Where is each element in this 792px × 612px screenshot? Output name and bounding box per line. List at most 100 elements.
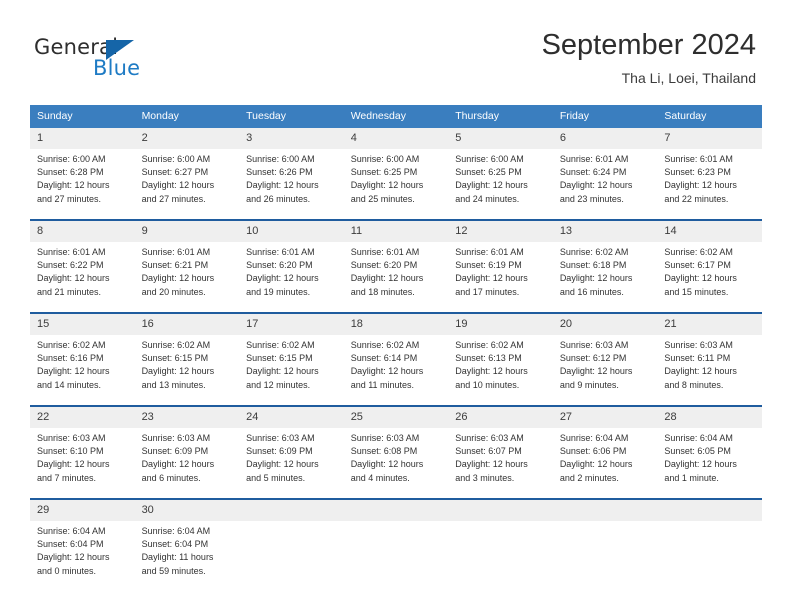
daylight-duration-line2: and 22 minutes. xyxy=(664,193,729,204)
day-number xyxy=(448,500,553,521)
calendar-day-cell[interactable]: 5 Sunrise: 6:00 AM Sunset: 6:25 PM Daylight… xyxy=(448,128,553,220)
day-details: Sunrise: 6:02 AM Sunset: 6:17 PM Daylight:… xyxy=(657,242,762,312)
weekday-header-saturday: Saturday xyxy=(657,105,762,128)
sunrise-time: Sunrise: 6:02 AM xyxy=(350,340,420,350)
calendar-day-cell[interactable]: 25 Sunrise: 6:03 AM Sunset: 6:08 PM Dayligh… xyxy=(343,405,449,499)
day-details: Sunrise: 6:03 AM Sunset: 6:09 PM Daylight:… xyxy=(135,428,240,498)
daylight-duration-line1: Daylight: 12 hours xyxy=(37,366,110,377)
daylight-duration-line1: Daylight: 12 hours xyxy=(559,459,633,470)
sunrise-time: Sunrise: 6:02 AM xyxy=(559,247,629,257)
day-number: 9 xyxy=(134,221,240,242)
daylight-duration-line2: and 1 minute. xyxy=(664,472,719,483)
daylight-duration-line1: Daylight: 12 hours xyxy=(559,273,633,284)
day-details: Sunrise: 6:02 AM Sunset: 6:14 PM Daylight:… xyxy=(344,335,449,405)
calendar-day-cell[interactable]: 18 Sunrise: 6:02 AM Sunset: 6:14 PM Dayligh… xyxy=(343,312,449,406)
calendar-day-cell[interactable]: 30 Sunrise: 6:04 AM Sunset: 6:04 PM Dayligh… xyxy=(134,498,240,591)
calendar-day-cell[interactable]: 8 Sunrise: 6:01 AM Sunset: 6:22 PM Daylight… xyxy=(30,219,135,313)
day-number: 5 xyxy=(448,128,553,149)
day-number: 20 xyxy=(552,314,658,335)
weekday-header-monday: Monday xyxy=(134,105,240,128)
day-number: 4 xyxy=(343,128,449,149)
daylight-duration-line2: and 12 minutes. xyxy=(246,379,311,390)
day-number xyxy=(239,500,344,521)
calendar-day-cell[interactable]: 10 Sunrise: 6:01 AM Sunset: 6:20 PM Dayligh… xyxy=(239,219,344,313)
calendar-body: 1 Sunrise: 6:00 AM Sunset: 6:28 PM Daylight… xyxy=(30,128,762,591)
sunrise-time: Sunrise: 6:02 AM xyxy=(664,247,733,257)
calendar-day-cell[interactable]: 4 Sunrise: 6:00 AM Sunset: 6:25 PM Daylight… xyxy=(343,128,449,220)
sunset-time: Sunset: 6:11 PM xyxy=(664,353,731,364)
daylight-duration-line2: and 16 minutes. xyxy=(559,286,624,297)
sunrise-time: Sunrise: 6:02 AM xyxy=(246,340,315,350)
daylight-duration-line2: and 11 minutes. xyxy=(350,379,415,390)
day-details: Sunrise: 6:00 AM Sunset: 6:28 PM Daylight:… xyxy=(30,149,135,219)
daylight-duration-line1: Daylight: 12 hours xyxy=(455,273,528,284)
daylight-duration-line2: and 21 minutes. xyxy=(37,286,102,297)
day-number: 16 xyxy=(134,314,240,335)
calendar-day-cell[interactable]: 29 Sunrise: 6:04 AM Sunset: 6:04 PM Dayligh… xyxy=(30,498,135,591)
sunset-time: Sunset: 6:25 PM xyxy=(455,167,522,178)
day-number: 24 xyxy=(239,407,344,428)
calendar-day-cell[interactable]: 21 Sunrise: 6:03 AM Sunset: 6:11 PM Dayligh… xyxy=(657,312,762,406)
daylight-duration-line2: and 8 minutes. xyxy=(664,379,724,390)
sunrise-time: Sunrise: 6:01 AM xyxy=(246,247,315,257)
general-blue-logo[interactable]: General Blue xyxy=(34,36,214,84)
daylight-duration-line1: Daylight: 12 hours xyxy=(559,366,633,377)
calendar-day-cell[interactable]: 19 Sunrise: 6:02 AM Sunset: 6:13 PM Dayligh… xyxy=(448,312,553,406)
calendar-day-cell[interactable]: 12 Sunrise: 6:01 AM Sunset: 6:19 PM Dayligh… xyxy=(448,219,553,313)
calendar-day-cell[interactable]: 20 Sunrise: 6:03 AM Sunset: 6:12 PM Dayligh… xyxy=(552,312,658,406)
weekday-header-row: Sunday Monday Tuesday Wednesday Thursday… xyxy=(30,105,762,128)
calendar-day-cell[interactable]: 27 Sunrise: 6:04 AM Sunset: 6:06 PM Dayligh… xyxy=(552,405,658,499)
calendar-day-cell[interactable]: 26 Sunrise: 6:03 AM Sunset: 6:07 PM Dayligh… xyxy=(448,405,553,499)
calendar-day-cell[interactable]: 13 Sunrise: 6:02 AM Sunset: 6:18 PM Dayligh… xyxy=(552,219,658,313)
sunset-time: Sunset: 6:13 PM xyxy=(455,353,522,364)
sunset-time: Sunset: 6:14 PM xyxy=(350,353,418,364)
calendar-day-cell[interactable]: 22 Sunrise: 6:03 AM Sunset: 6:10 PM Dayligh… xyxy=(30,405,135,499)
sunset-time: Sunset: 6:25 PM xyxy=(350,167,418,178)
daylight-duration-line2: and 4 minutes. xyxy=(350,472,410,483)
daylight-duration-line1: Daylight: 12 hours xyxy=(455,366,528,377)
day-number: 1 xyxy=(30,128,135,149)
calendar-day-cell[interactable]: 16 Sunrise: 6:02 AM Sunset: 6:15 PM Dayligh… xyxy=(134,312,240,406)
calendar-day-cell[interactable]: 2 Sunrise: 6:00 AM Sunset: 6:27 PM Daylight… xyxy=(134,128,240,220)
calendar-day-cell[interactable]: 24 Sunrise: 6:03 AM Sunset: 6:09 PM Dayligh… xyxy=(239,405,344,499)
calendar-day-cell-empty xyxy=(552,498,658,591)
sunset-time: Sunset: 6:20 PM xyxy=(350,260,418,271)
daylight-duration-line1: Daylight: 12 hours xyxy=(559,180,633,191)
calendar-day-cell[interactable]: 3 Sunrise: 6:00 AM Sunset: 6:26 PM Daylight… xyxy=(239,128,344,220)
day-details: Sunrise: 6:03 AM Sunset: 6:10 PM Daylight:… xyxy=(30,428,135,498)
calendar-day-cell[interactable]: 9 Sunrise: 6:01 AM Sunset: 6:21 PM Daylight… xyxy=(134,219,240,313)
calendar-day-cell[interactable]: 14 Sunrise: 6:02 AM Sunset: 6:17 PM Dayligh… xyxy=(657,219,762,313)
sunrise-time: Sunrise: 6:04 AM xyxy=(37,526,106,536)
calendar-day-cell[interactable]: 17 Sunrise: 6:02 AM Sunset: 6:15 PM Dayligh… xyxy=(239,312,344,406)
sunset-time: Sunset: 6:06 PM xyxy=(559,446,627,457)
daylight-duration-line2: and 59 minutes. xyxy=(141,565,206,576)
daylight-duration-line2: and 26 minutes. xyxy=(246,193,311,204)
day-details: Sunrise: 6:00 AM Sunset: 6:27 PM Daylight:… xyxy=(135,149,240,219)
day-number: 2 xyxy=(134,128,240,149)
day-number: 18 xyxy=(343,314,449,335)
daylight-duration-line1: Daylight: 12 hours xyxy=(664,180,737,191)
sunset-time: Sunset: 6:17 PM xyxy=(664,260,731,271)
sunset-time: Sunset: 6:10 PM xyxy=(37,446,104,457)
calendar-day-cell[interactable]: 28 Sunrise: 6:04 AM Sunset: 6:05 PM Dayligh… xyxy=(657,405,762,499)
day-details: Sunrise: 6:04 AM Sunset: 6:05 PM Daylight:… xyxy=(657,428,762,498)
calendar-day-cell[interactable]: 11 Sunrise: 6:01 AM Sunset: 6:20 PM Dayligh… xyxy=(343,219,449,313)
day-details: Sunrise: 6:01 AM Sunset: 6:24 PM Daylight:… xyxy=(553,149,658,219)
day-details xyxy=(657,521,762,591)
calendar-day-cell[interactable]: 23 Sunrise: 6:03 AM Sunset: 6:09 PM Dayligh… xyxy=(134,405,240,499)
sunset-time: Sunset: 6:07 PM xyxy=(455,446,522,457)
sunrise-time: Sunrise: 6:01 AM xyxy=(37,247,106,257)
sunset-time: Sunset: 6:19 PM xyxy=(455,260,522,271)
calendar-week-row: 22 Sunrise: 6:03 AM Sunset: 6:10 PM Dayligh… xyxy=(30,405,762,499)
day-details: Sunrise: 6:02 AM Sunset: 6:16 PM Daylight:… xyxy=(30,335,135,405)
calendar-day-cell[interactable]: 15 Sunrise: 6:02 AM Sunset: 6:16 PM Dayligh… xyxy=(30,312,135,406)
day-details: Sunrise: 6:00 AM Sunset: 6:26 PM Daylight:… xyxy=(239,149,344,219)
calendar-day-cell[interactable]: 6 Sunrise: 6:01 AM Sunset: 6:24 PM Daylight… xyxy=(552,128,658,220)
daylight-duration-line1: Daylight: 12 hours xyxy=(37,459,110,470)
daylight-duration-line1: Daylight: 12 hours xyxy=(141,180,215,191)
calendar-day-cell[interactable]: 1 Sunrise: 6:00 AM Sunset: 6:28 PM Daylight… xyxy=(30,128,135,220)
calendar-week-row: 29 Sunrise: 6:04 AM Sunset: 6:04 PM Dayligh… xyxy=(30,498,762,591)
sunset-time: Sunset: 6:12 PM xyxy=(559,353,627,364)
calendar-day-cell[interactable]: 7 Sunrise: 6:01 AM Sunset: 6:23 PM Daylight… xyxy=(657,128,762,220)
daylight-duration-line1: Daylight: 12 hours xyxy=(664,459,737,470)
